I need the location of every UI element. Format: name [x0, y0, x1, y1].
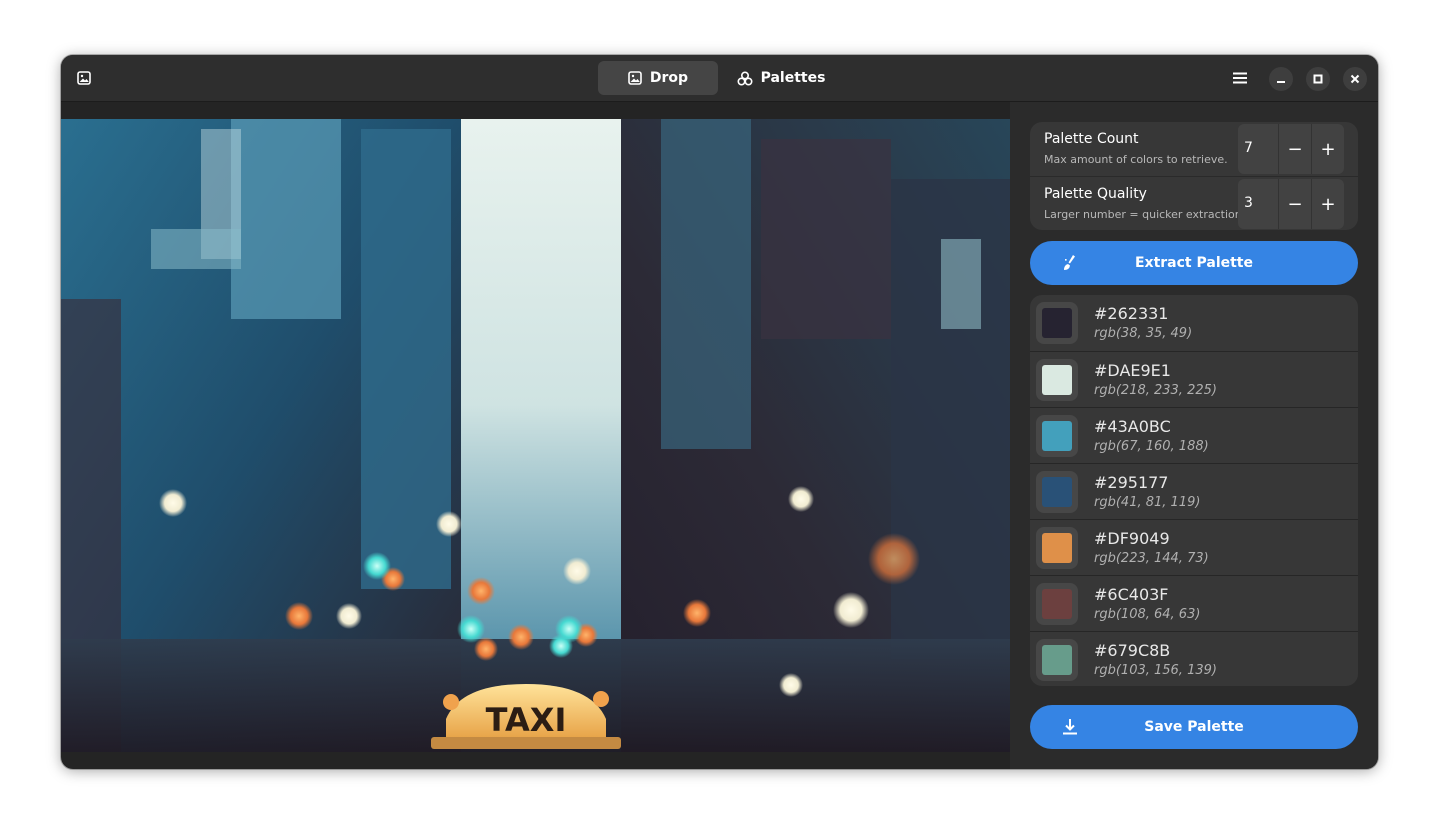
color-swatch-button[interactable]	[1036, 359, 1078, 401]
image-icon	[77, 71, 91, 85]
palette-count-stepper: 7 − +	[1238, 124, 1344, 174]
color-swatch-button[interactable]	[1036, 302, 1078, 344]
extract-palette-label: Extract Palette	[1134, 255, 1253, 271]
header-bar: Drop Palettes	[61, 55, 1378, 102]
palette-quality-increment-button[interactable]: +	[1311, 179, 1344, 229]
palette-quality-stepper: 3 − +	[1238, 179, 1344, 229]
color-rgb: rgb(218, 233, 225)	[1094, 383, 1217, 398]
image-preview: TAXI	[61, 119, 1010, 752]
color-swatch	[1042, 365, 1072, 395]
color-swatch	[1042, 645, 1072, 675]
palette-quality-row: Palette Quality Larger number = quicker …	[1030, 177, 1358, 230]
save-palette-label: Save Palette	[1144, 719, 1244, 735]
extract-palette-button[interactable]: Extract Palette	[1030, 241, 1358, 285]
taxi-photo: TAXI	[61, 119, 1010, 752]
color-rgb: rgb(41, 81, 119)	[1094, 495, 1201, 510]
color-swatch-button[interactable]	[1036, 471, 1078, 513]
color-rgb: rgb(67, 160, 188)	[1094, 439, 1209, 454]
minimize-icon	[1277, 81, 1285, 83]
palette-count-subtitle: Max amount of colors to retrieve.	[1044, 153, 1228, 166]
image-icon	[628, 71, 642, 85]
maximize-button[interactable]	[1306, 67, 1330, 91]
color-list: #262331 rgb(38, 35, 49) #DAE9E1 rgb(218, 23…	[1030, 295, 1358, 686]
close-button[interactable]	[1343, 67, 1367, 91]
tab-palettes-label: Palettes	[760, 70, 826, 86]
plus-icon: +	[1320, 193, 1336, 215]
tab-drop[interactable]: Drop	[598, 61, 718, 95]
color-rgb: rgb(223, 144, 73)	[1094, 551, 1209, 566]
taxi-sign-text: TAXI	[486, 701, 567, 739]
color-row[interactable]: #6C403F rgb(108, 64, 63)	[1030, 575, 1358, 632]
color-hex: #679C8B	[1094, 641, 1171, 660]
palette-count-decrement-button[interactable]: −	[1278, 124, 1311, 174]
maximize-icon	[1313, 74, 1323, 84]
color-row[interactable]: #DF9049 rgb(223, 144, 73)	[1030, 519, 1358, 576]
color-row[interactable]: #43A0BC rgb(67, 160, 188)	[1030, 407, 1358, 464]
palette-quality-decrement-button[interactable]: −	[1278, 179, 1311, 229]
color-swatch	[1042, 533, 1072, 563]
palette-count-value[interactable]: 7	[1244, 140, 1253, 156]
tab-drop-label: Drop	[649, 70, 689, 86]
color-row[interactable]: #262331 rgb(38, 35, 49)	[1030, 295, 1358, 351]
brush-icon	[1064, 255, 1075, 270]
color-hex: #43A0BC	[1094, 417, 1171, 436]
color-swatch-button[interactable]	[1036, 527, 1078, 569]
minus-icon: −	[1287, 193, 1303, 215]
color-swatch	[1042, 421, 1072, 451]
color-swatch-button[interactable]	[1036, 415, 1078, 457]
close-icon	[1350, 74, 1360, 84]
palette-quality-subtitle: Larger number = quicker extraction.	[1044, 208, 1246, 221]
color-hex: #295177	[1094, 473, 1169, 492]
color-row[interactable]: #DAE9E1 rgb(218, 233, 225)	[1030, 351, 1358, 408]
tab-palettes[interactable]: Palettes	[731, 61, 831, 95]
palette-quality-title: Palette Quality	[1044, 186, 1147, 202]
hamburger-menu-icon	[1233, 72, 1247, 84]
minimize-button[interactable]	[1269, 67, 1293, 91]
color-swatch-button[interactable]	[1036, 639, 1078, 681]
palette-quality-value[interactable]: 3	[1244, 195, 1253, 211]
minus-icon: −	[1287, 138, 1303, 160]
color-rgb: rgb(38, 35, 49)	[1094, 326, 1193, 341]
settings-card: Palette Count Max amount of colors to re…	[1030, 122, 1358, 230]
color-swatch	[1042, 589, 1072, 619]
color-swatch-button[interactable]	[1036, 583, 1078, 625]
color-row[interactable]: #679C8B rgb(103, 156, 139)	[1030, 631, 1358, 686]
open-image-button[interactable]	[71, 66, 97, 90]
download-icon	[1063, 719, 1077, 735]
color-rgb: rgb(108, 64, 63)	[1094, 607, 1201, 622]
color-hex: #DAE9E1	[1094, 361, 1171, 380]
palette-count-title: Palette Count	[1044, 131, 1139, 147]
palette-icon	[737, 70, 753, 86]
color-hex: #DF9049	[1094, 529, 1170, 548]
main-menu-button[interactable]	[1227, 66, 1253, 90]
palette-count-row: Palette Count Max amount of colors to re…	[1030, 122, 1358, 176]
color-row[interactable]: #295177 rgb(41, 81, 119)	[1030, 463, 1358, 520]
plus-icon: +	[1320, 138, 1336, 160]
color-hex: #6C403F	[1094, 585, 1169, 604]
save-palette-button[interactable]: Save Palette	[1030, 705, 1358, 749]
color-hex: #262331	[1094, 304, 1169, 323]
sidebar: Palette Count Max amount of colors to re…	[1010, 102, 1378, 769]
palette-count-increment-button[interactable]: +	[1311, 124, 1344, 174]
color-swatch	[1042, 308, 1072, 338]
app-window: Drop Palettes TAXI Palette Count Max amo…	[61, 55, 1378, 769]
color-swatch	[1042, 477, 1072, 507]
color-rgb: rgb(103, 156, 139)	[1094, 663, 1217, 678]
